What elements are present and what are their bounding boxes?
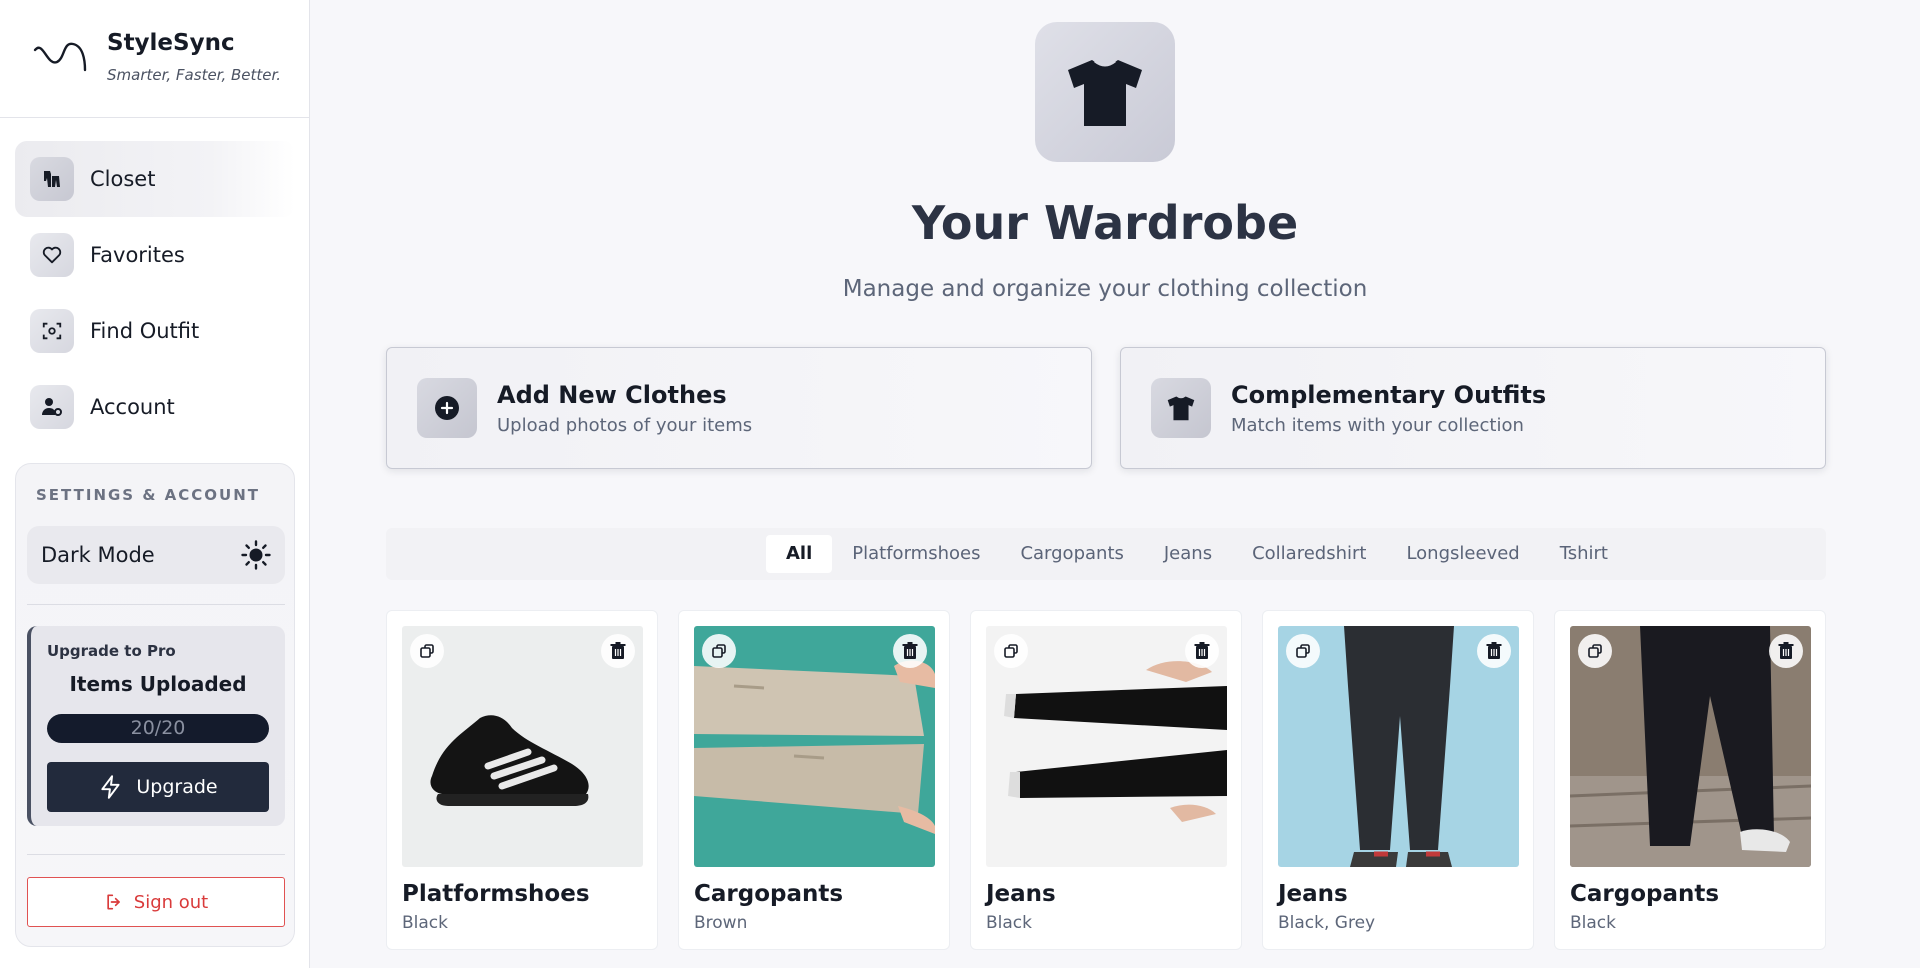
wardrobe-item-card[interactable]: Cargopants Black <box>1554 610 1826 950</box>
brand-tagline: Smarter, Faster, Better. <box>107 66 282 84</box>
brand[interactable]: StyleSync Smarter, Faster, Better. <box>33 30 293 90</box>
upgrade-button[interactable]: Upgrade <box>47 762 269 812</box>
item-color: Brown <box>694 913 748 933</box>
brand-logo-icon <box>33 42 87 72</box>
item-photo[interactable] <box>694 626 935 867</box>
page-subtitle: Manage and organize your clothing collec… <box>842 276 1368 302</box>
wardrobe-item-card[interactable]: Cargopants Brown <box>678 610 950 950</box>
sidebar-item-label: Account <box>90 395 175 419</box>
filter-tab-collaredshirt[interactable]: Collaredshirt <box>1232 535 1386 573</box>
item-color: Black <box>402 913 448 933</box>
sign-out-label: Sign out <box>133 891 209 913</box>
sidebar-item-label: Find Outfit <box>90 319 200 343</box>
filter-tab-cargopants[interactable]: Cargopants <box>1000 535 1143 573</box>
sign-out-button[interactable]: Sign out <box>27 877 285 927</box>
trash-icon[interactable] <box>893 634 927 668</box>
item-name: Jeans <box>986 881 1056 907</box>
sidebar-item-account[interactable]: Account <box>15 369 295 445</box>
item-color: Black, Grey <box>1278 913 1376 933</box>
page-title: Your Wardrobe <box>911 196 1299 250</box>
trash-icon[interactable] <box>1769 634 1803 668</box>
filter-tab-all[interactable]: All <box>766 535 833 573</box>
filter-tab-tshirt[interactable]: Tshirt <box>1540 535 1628 573</box>
items-uploaded-label: Items Uploaded <box>69 672 247 696</box>
hanger-clothes-icon <box>30 157 74 201</box>
duplicate-icon[interactable] <box>410 634 444 668</box>
add-new-clothes-button[interactable]: Add New Clothes Upload photos of your it… <box>386 347 1092 469</box>
item-name: Jeans <box>1278 881 1348 907</box>
category-filter-bar: All Platformshoes Cargopants Jeans Colla… <box>386 528 1826 580</box>
divider <box>0 117 310 118</box>
action-subtitle: Upload photos of your items <box>497 414 753 436</box>
duplicate-icon[interactable] <box>994 634 1028 668</box>
filter-tab-platformshoes[interactable]: Platformshoes <box>832 535 1000 573</box>
sidebar-item-favorites[interactable]: Favorites <box>15 217 295 293</box>
dark-mode-toggle[interactable]: Dark Mode <box>27 526 285 584</box>
wardrobe-grid: Platformshoes Black Cargopants Brown Jea… <box>386 610 1826 968</box>
sidebar-item-label: Favorites <box>90 243 185 267</box>
item-name: Platformshoes <box>402 881 590 907</box>
plus-circle-icon <box>417 378 477 438</box>
sidebar-nav: Closet Favorites Find Outfit Account <box>15 141 295 445</box>
main-content: Your Wardrobe Manage and organize your c… <box>311 0 1920 968</box>
upgrade-kicker: Upgrade to Pro <box>47 642 176 660</box>
sign-out-icon <box>107 894 120 910</box>
sidebar-item-find-outfit[interactable]: Find Outfit <box>15 293 295 369</box>
item-photo[interactable] <box>1570 626 1811 867</box>
heart-icon <box>30 233 74 277</box>
item-name: Cargopants <box>694 881 844 907</box>
sun-icon <box>241 540 271 570</box>
upgrade-card: Upgrade to Pro Items Uploaded 20/20 Upgr… <box>27 626 285 826</box>
sidebar-item-label: Closet <box>90 167 156 191</box>
duplicate-icon[interactable] <box>1286 634 1320 668</box>
divider <box>27 854 285 855</box>
trash-icon[interactable] <box>1477 634 1511 668</box>
wardrobe-item-card[interactable]: Jeans Black <box>970 610 1242 950</box>
filter-tab-longsleeved[interactable]: Longsleeved <box>1386 535 1539 573</box>
items-uploaded-quota: 20/20 <box>47 714 269 743</box>
filter-tab-jeans[interactable]: Jeans <box>1144 535 1232 573</box>
scan-icon <box>30 309 74 353</box>
upgrade-button-label: Upgrade <box>136 776 218 798</box>
sidebar: StyleSync Smarter, Faster, Better. Close… <box>0 0 310 968</box>
duplicate-icon[interactable] <box>1578 634 1612 668</box>
duplicate-icon[interactable] <box>702 634 736 668</box>
settings-title: SETTINGS & ACCOUNT <box>36 486 260 504</box>
trash-icon[interactable] <box>601 634 635 668</box>
tshirt-icon <box>1035 22 1175 162</box>
item-name: Cargopants <box>1570 881 1720 907</box>
user-gear-icon <box>30 385 74 429</box>
item-photo[interactable] <box>402 626 643 867</box>
wardrobe-item-card[interactable]: Platformshoes Black <box>386 610 658 950</box>
action-title: Complementary Outfits <box>1231 380 1547 409</box>
dark-mode-label: Dark Mode <box>41 543 155 567</box>
item-photo[interactable] <box>986 626 1227 867</box>
lightning-icon <box>101 775 120 799</box>
settings-panel: SETTINGS & ACCOUNT Dark Mode Upgrade to … <box>15 463 295 947</box>
tshirt-icon <box>1151 378 1211 438</box>
action-title: Add New Clothes <box>497 380 727 409</box>
action-subtitle: Match items with your collection <box>1231 414 1524 436</box>
trash-icon[interactable] <box>1185 634 1219 668</box>
brand-name: StyleSync <box>107 30 235 56</box>
complementary-outfits-button[interactable]: Complementary Outfits Match items with y… <box>1120 347 1826 469</box>
filter-tabs: All Platformshoes Cargopants Jeans Colla… <box>766 535 1628 573</box>
item-color: Black <box>986 913 1032 933</box>
item-photo[interactable] <box>1278 626 1519 867</box>
divider <box>27 604 285 605</box>
item-color: Black <box>1570 913 1616 933</box>
wardrobe-item-card[interactable]: Jeans Black, Grey <box>1262 610 1534 950</box>
sidebar-item-closet[interactable]: Closet <box>15 141 295 217</box>
